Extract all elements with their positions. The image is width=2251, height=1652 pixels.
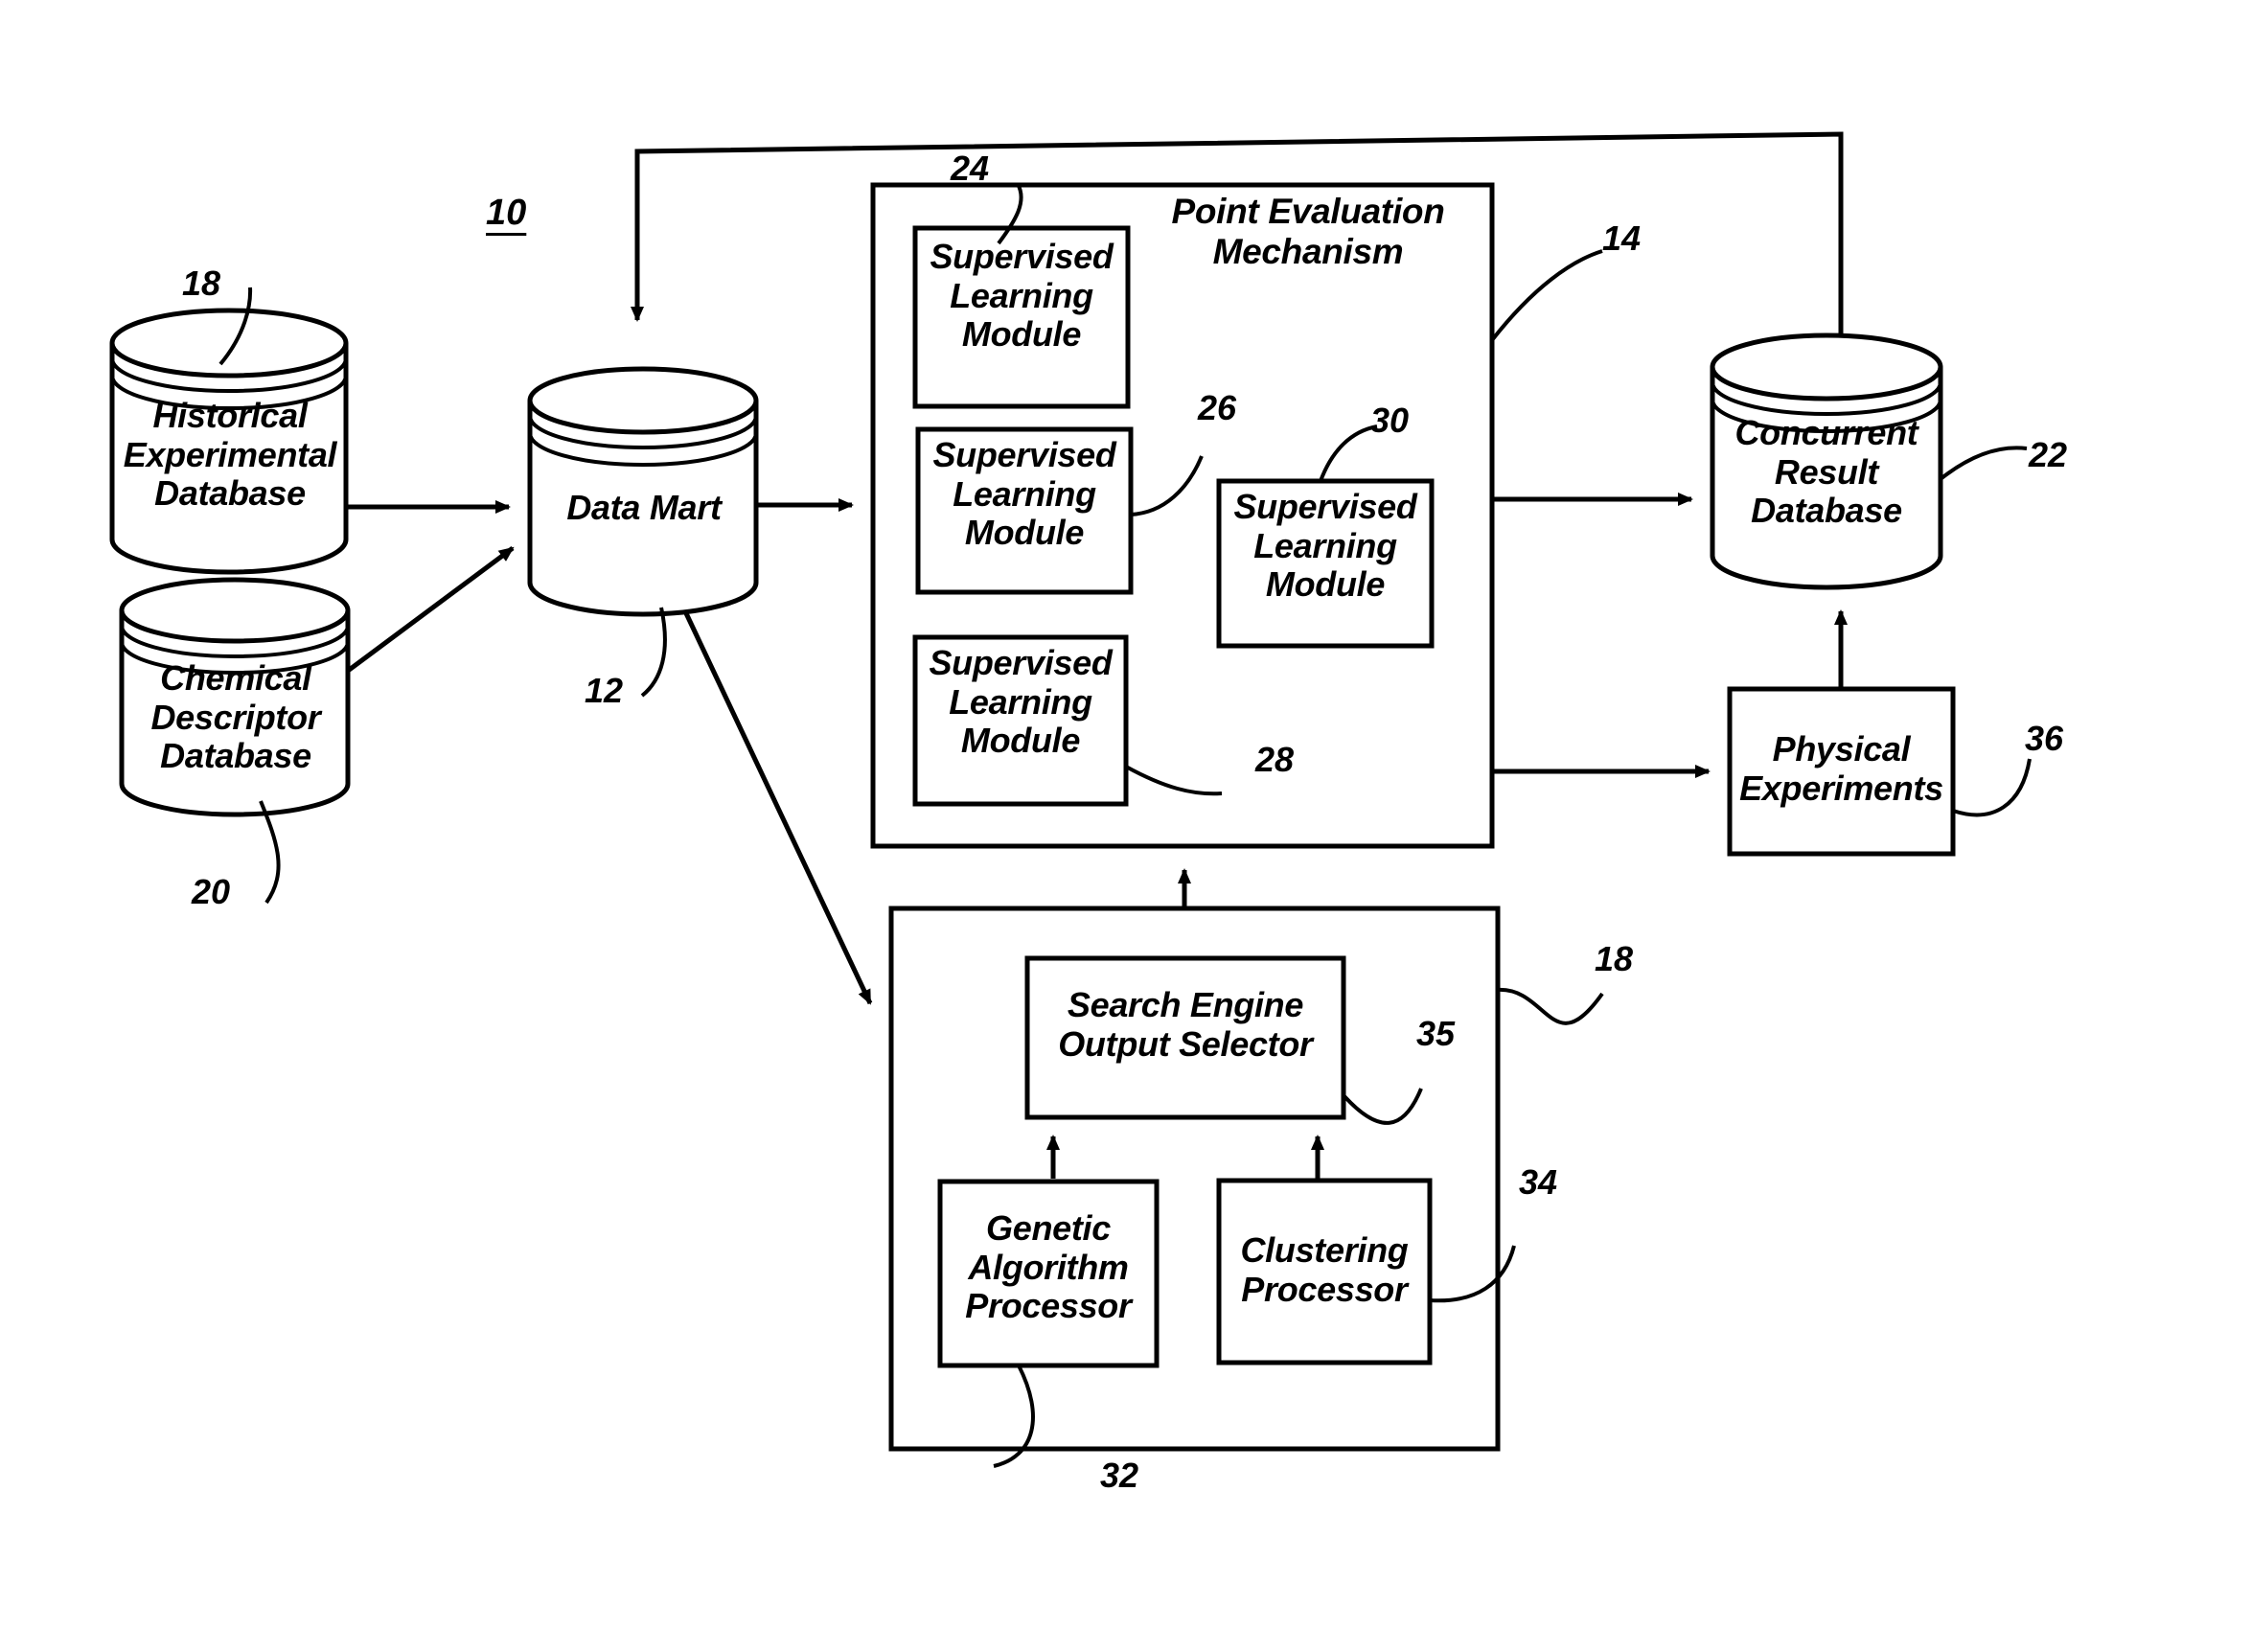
ref-numeral-20: 20 (192, 872, 231, 911)
supervised-learning-module-30-node[interactable] (1219, 481, 1432, 646)
historical-database-node[interactable] (112, 310, 346, 573)
supervised-learning-module-28-node[interactable] (915, 637, 1126, 804)
data-mart-node[interactable] (530, 369, 756, 614)
concurrent-result-database-node[interactable] (1712, 335, 1941, 587)
chemical-database-node[interactable] (122, 580, 348, 815)
ref-numeral-36: 36 (2025, 719, 2064, 758)
edge-datamart-to-searchengine (683, 611, 873, 1005)
genetic-algorithm-processor-node[interactable] (940, 1182, 1157, 1365)
ref-numeral-32: 32 (1100, 1456, 1139, 1495)
ref-numeral-22: 22 (2029, 435, 2068, 474)
ref-numeral-34: 34 (1519, 1162, 1558, 1202)
ref-numeral-12: 12 (585, 671, 624, 710)
supervised-learning-module-26-node[interactable] (918, 429, 1131, 592)
ref-numeral-14: 14 (1602, 218, 1642, 258)
ref-numeral-18-bottom: 18 (1595, 939, 1634, 978)
search-engine-output-selector-node[interactable] (1027, 958, 1344, 1117)
supervised-learning-module-24-node[interactable] (915, 228, 1128, 406)
ref-numeral-10: 10 (486, 193, 527, 233)
clustering-processor-node[interactable] (1219, 1181, 1430, 1363)
edge-chemical-to-datamart (346, 545, 515, 674)
ref-numeral-18-top: 18 (182, 264, 221, 303)
ref-numeral-24: 24 (951, 149, 990, 188)
patent-figure-canvas: Historical Experimental Database Chemica… (0, 0, 2251, 1652)
physical-experiments-node[interactable] (1730, 689, 1953, 854)
